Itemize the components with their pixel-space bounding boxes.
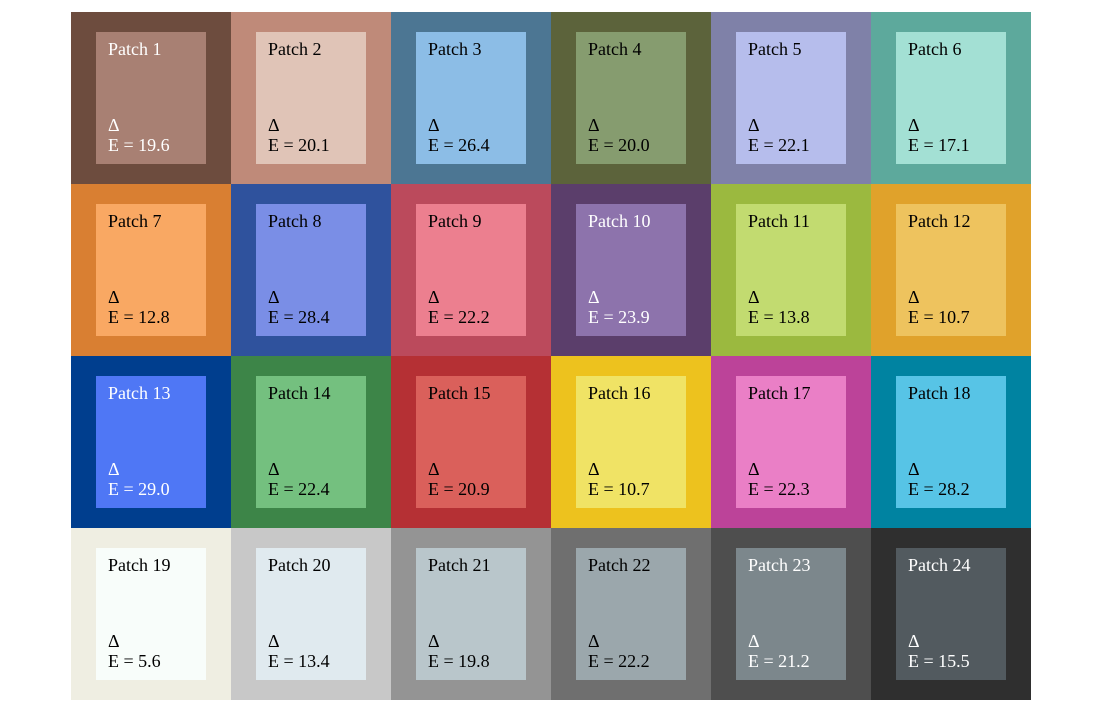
- patch-14-label: Patch 14: [268, 384, 356, 404]
- patch-7-inner: Patch 7 ΔE = 12.8: [96, 204, 206, 336]
- patch-5-outer: Patch 5 ΔE = 22.1: [711, 12, 871, 184]
- patch-23-label: Patch 23: [748, 556, 836, 576]
- patch-24-inner: Patch 24 ΔE = 15.5: [896, 548, 1006, 680]
- patch-9-outer: Patch 9 ΔE = 22.2: [391, 184, 551, 356]
- patch-4-outer: Patch 4 ΔE = 20.0: [551, 12, 711, 184]
- patch-12-outer: Patch 12 ΔE = 10.7: [871, 184, 1031, 356]
- patch-8-label: Patch 8: [268, 212, 356, 232]
- patch-13-inner: Patch 13 ΔE = 29.0: [96, 376, 206, 508]
- patch-12-delta-e: ΔE = 10.7: [908, 287, 996, 328]
- patch-17-inner: Patch 17 ΔE = 22.3: [736, 376, 846, 508]
- patch-7-label: Patch 7: [108, 212, 196, 232]
- patch-17-label: Patch 17: [748, 384, 836, 404]
- patch-6-label: Patch 6: [908, 40, 996, 60]
- patch-15-outer: Patch 15 ΔE = 20.9: [391, 356, 551, 528]
- patch-3-outer: Patch 3 ΔE = 26.4: [391, 12, 551, 184]
- patch-24-outer: Patch 24 ΔE = 15.5: [871, 528, 1031, 700]
- patch-2-outer: Patch 2 ΔE = 20.1: [231, 12, 391, 184]
- patch-19-inner: Patch 19 ΔE = 5.6: [96, 548, 206, 680]
- patch-3-inner: Patch 3 ΔE = 26.4: [416, 32, 526, 164]
- patch-4-inner: Patch 4 ΔE = 20.0: [576, 32, 686, 164]
- patch-11-inner: Patch 11 ΔE = 13.8: [736, 204, 846, 336]
- patch-1-label: Patch 1: [108, 40, 196, 60]
- patch-19-label: Patch 19: [108, 556, 196, 576]
- patch-20-outer: Patch 20 ΔE = 13.4: [231, 528, 391, 700]
- patch-8-inner: Patch 8 ΔE = 28.4: [256, 204, 366, 336]
- patch-14-outer: Patch 14 ΔE = 22.4: [231, 356, 391, 528]
- patch-22-label: Patch 22: [588, 556, 676, 576]
- patch-18-delta-e: ΔE = 28.2: [908, 459, 996, 500]
- patch-8-outer: Patch 8 ΔE = 28.4: [231, 184, 391, 356]
- patch-5-label: Patch 5: [748, 40, 836, 60]
- patch-15-delta-e: ΔE = 20.9: [428, 459, 516, 500]
- patch-12-inner: Patch 12 ΔE = 10.7: [896, 204, 1006, 336]
- patch-5-delta-e: ΔE = 22.1: [748, 115, 836, 156]
- patch-7-delta-e: ΔE = 12.8: [108, 287, 196, 328]
- patch-9-label: Patch 9: [428, 212, 516, 232]
- patch-15-inner: Patch 15 ΔE = 20.9: [416, 376, 526, 508]
- patch-11-outer: Patch 11 ΔE = 13.8: [711, 184, 871, 356]
- patch-18-outer: Patch 18 ΔE = 28.2: [871, 356, 1031, 528]
- patch-23-outer: Patch 23 ΔE = 21.2: [711, 528, 871, 700]
- patch-19-delta-e: ΔE = 5.6: [108, 631, 196, 672]
- patch-7-outer: Patch 7 ΔE = 12.8: [71, 184, 231, 356]
- patch-6-inner: Patch 6 ΔE = 17.1: [896, 32, 1006, 164]
- patch-15-label: Patch 15: [428, 384, 516, 404]
- patch-17-delta-e: ΔE = 22.3: [748, 459, 836, 500]
- patch-21-outer: Patch 21 ΔE = 19.8: [391, 528, 551, 700]
- color-patch-grid: Patch 1 ΔE = 19.6 Patch 2 ΔE = 20.1 Patch 3 Δ…: [71, 12, 1031, 700]
- patch-13-outer: Patch 13 ΔE = 29.0: [71, 356, 231, 528]
- patch-12-label: Patch 12: [908, 212, 996, 232]
- patch-10-outer: Patch 10 ΔE = 23.9: [551, 184, 711, 356]
- patch-16-outer: Patch 16 ΔE = 10.7: [551, 356, 711, 528]
- patch-14-inner: Patch 14 ΔE = 22.4: [256, 376, 366, 508]
- patch-22-outer: Patch 22 ΔE = 22.2: [551, 528, 711, 700]
- patch-10-label: Patch 10: [588, 212, 676, 232]
- patch-21-label: Patch 21: [428, 556, 516, 576]
- patch-6-outer: Patch 6 ΔE = 17.1: [871, 12, 1031, 184]
- patch-8-delta-e: ΔE = 28.4: [268, 287, 356, 328]
- patch-24-label: Patch 24: [908, 556, 996, 576]
- patch-16-label: Patch 16: [588, 384, 676, 404]
- patch-16-delta-e: ΔE = 10.7: [588, 459, 676, 500]
- patch-18-inner: Patch 18 ΔE = 28.2: [896, 376, 1006, 508]
- patch-4-delta-e: ΔE = 20.0: [588, 115, 676, 156]
- patch-18-label: Patch 18: [908, 384, 996, 404]
- patch-21-inner: Patch 21 ΔE = 19.8: [416, 548, 526, 680]
- patch-17-outer: Patch 17 ΔE = 22.3: [711, 356, 871, 528]
- patch-9-inner: Patch 9 ΔE = 22.2: [416, 204, 526, 336]
- patch-23-delta-e: ΔE = 21.2: [748, 631, 836, 672]
- patch-21-delta-e: ΔE = 19.8: [428, 631, 516, 672]
- patch-3-delta-e: ΔE = 26.4: [428, 115, 516, 156]
- patch-24-delta-e: ΔE = 15.5: [908, 631, 996, 672]
- patch-13-delta-e: ΔE = 29.0: [108, 459, 196, 500]
- patch-6-delta-e: ΔE = 17.1: [908, 115, 996, 156]
- patch-22-delta-e: ΔE = 22.2: [588, 631, 676, 672]
- patch-2-inner: Patch 2 ΔE = 20.1: [256, 32, 366, 164]
- patch-19-outer: Patch 19 ΔE = 5.6: [71, 528, 231, 700]
- patch-20-delta-e: ΔE = 13.4: [268, 631, 356, 672]
- patch-11-label: Patch 11: [748, 212, 836, 232]
- patch-9-delta-e: ΔE = 22.2: [428, 287, 516, 328]
- patch-22-inner: Patch 22 ΔE = 22.2: [576, 548, 686, 680]
- patch-13-label: Patch 13: [108, 384, 196, 404]
- patch-5-inner: Patch 5 ΔE = 22.1: [736, 32, 846, 164]
- patch-4-label: Patch 4: [588, 40, 676, 60]
- patch-1-outer: Patch 1 ΔE = 19.6: [71, 12, 231, 184]
- patch-23-inner: Patch 23 ΔE = 21.2: [736, 548, 846, 680]
- patch-20-inner: Patch 20 ΔE = 13.4: [256, 548, 366, 680]
- patch-11-delta-e: ΔE = 13.8: [748, 287, 836, 328]
- patch-3-label: Patch 3: [428, 40, 516, 60]
- patch-10-delta-e: ΔE = 23.9: [588, 287, 676, 328]
- patch-1-inner: Patch 1 ΔE = 19.6: [96, 32, 206, 164]
- patch-20-label: Patch 20: [268, 556, 356, 576]
- patch-16-inner: Patch 16 ΔE = 10.7: [576, 376, 686, 508]
- patch-1-delta-e: ΔE = 19.6: [108, 115, 196, 156]
- patch-2-label: Patch 2: [268, 40, 356, 60]
- patch-2-delta-e: ΔE = 20.1: [268, 115, 356, 156]
- patch-14-delta-e: ΔE = 22.4: [268, 459, 356, 500]
- patch-10-inner: Patch 10 ΔE = 23.9: [576, 204, 686, 336]
